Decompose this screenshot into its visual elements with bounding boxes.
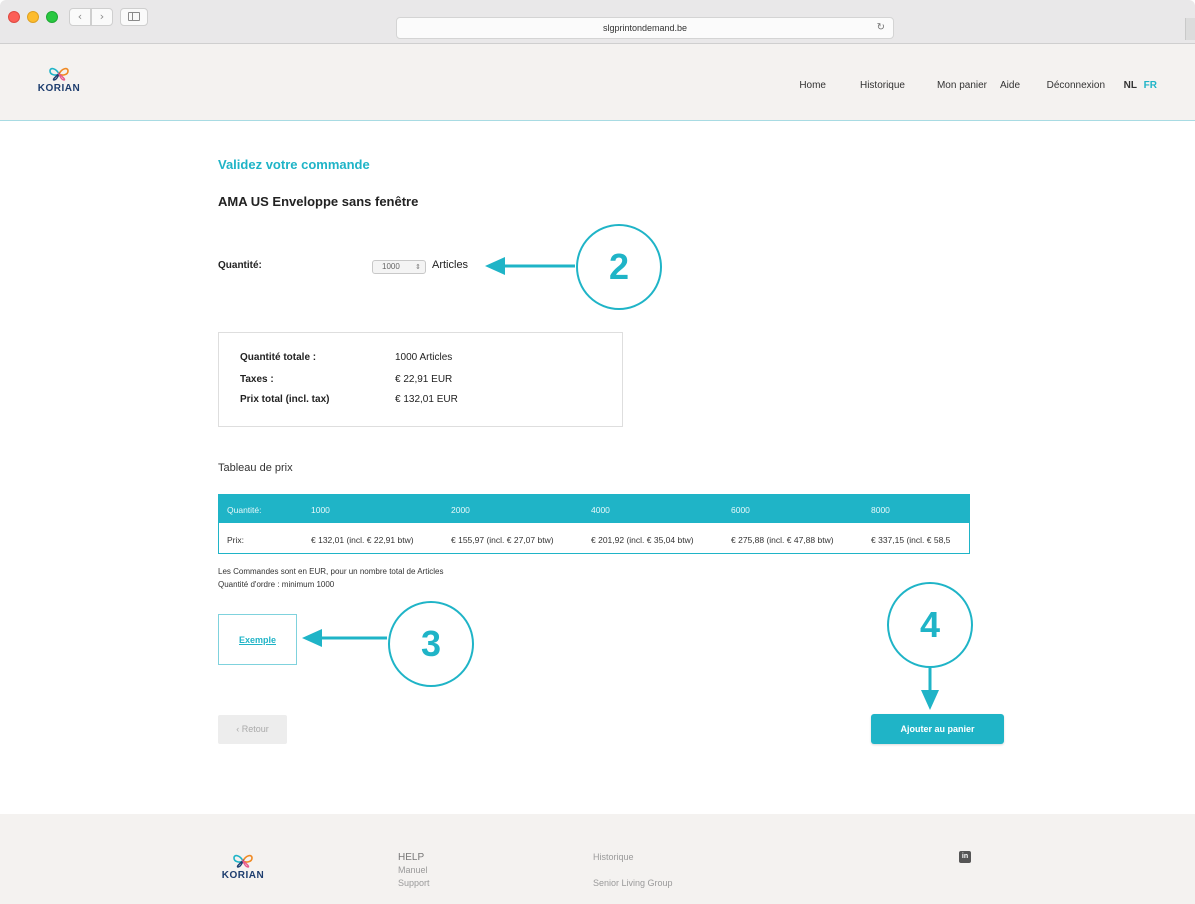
arrow-head-icon — [485, 257, 505, 275]
footer-logo[interactable]: KORIAN — [218, 854, 268, 881]
annotation-arrows — [302, 257, 939, 710]
arrow-head-icon — [302, 629, 322, 647]
annotation-callout-3: 3 — [388, 601, 474, 687]
footer-help-title: HELP — [398, 852, 425, 863]
linkedin-icon[interactable]: in — [959, 851, 971, 863]
footer-link-senior-living[interactable]: Senior Living Group — [593, 878, 673, 888]
annotation-callout-2: 2 — [576, 224, 662, 310]
footer-link-manuel[interactable]: Manuel — [398, 865, 428, 875]
arrow-head-icon — [921, 690, 939, 710]
footer-link-historique[interactable]: Historique — [593, 852, 634, 862]
footer-logo-text: KORIAN — [221, 870, 265, 881]
footer-link-support[interactable]: Support — [398, 878, 430, 888]
annotation-callout-4: 4 — [887, 582, 973, 668]
butterfly-logo-icon — [233, 854, 253, 868]
site-footer: KORIAN HELP Manuel Support Historique Se… — [0, 814, 1195, 904]
